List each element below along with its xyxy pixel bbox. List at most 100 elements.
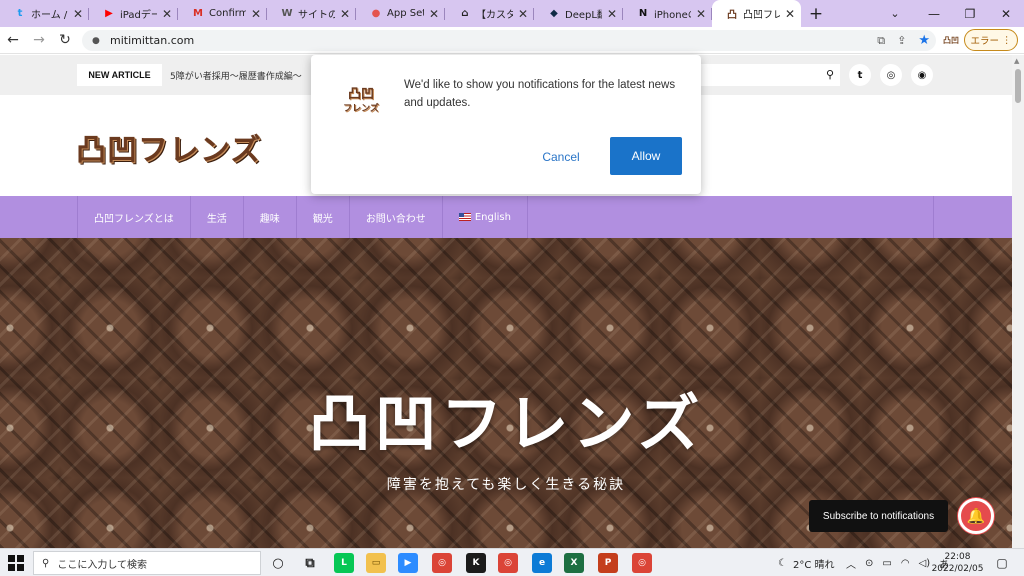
tab-close-icon[interactable]: ✕ bbox=[162, 7, 172, 21]
subscribe-tooltip: Subscribe to notifications bbox=[809, 500, 948, 532]
k-app-icon[interactable]: K bbox=[466, 553, 486, 573]
rss-icon[interactable]: ◉ bbox=[911, 64, 933, 86]
browser-tab[interactable]: 凸凸凹フレン ✕ bbox=[712, 0, 801, 27]
tab-label: DeepL翻訳 bbox=[565, 10, 602, 21]
forward-icon[interactable]: → bbox=[26, 27, 52, 53]
browser-tab[interactable]: NiPhoneの ✕ bbox=[623, 0, 712, 27]
notification-permission-dialog: 凸凹 フレンズ We'd like to show you notificati… bbox=[311, 55, 701, 194]
nav-item[interactable]: 凸凹フレンズとは bbox=[78, 196, 191, 238]
site-search-input[interactable]: ⚲ bbox=[690, 64, 840, 86]
tab-label: App Settir bbox=[387, 8, 424, 19]
nav-item-label: 観光 bbox=[312, 213, 333, 225]
tray-chevron-icon[interactable]: ︿ bbox=[846, 556, 856, 571]
volume-icon[interactable]: ◁) bbox=[919, 558, 931, 569]
site-icon: 凸 bbox=[727, 10, 737, 21]
wifi-icon[interactable]: ◠ bbox=[901, 558, 910, 569]
tab-close-icon[interactable]: ✕ bbox=[785, 7, 795, 21]
notification-center-icon[interactable]: ▢ bbox=[994, 555, 1010, 571]
tab-close-icon[interactable]: ✕ bbox=[340, 7, 350, 21]
page-scrollbar[interactable]: ▲ bbox=[1012, 55, 1024, 548]
chrome-icon[interactable]: ◎ bbox=[432, 553, 452, 573]
tab-close-icon[interactable]: ✕ bbox=[429, 7, 439, 21]
nav-item-label: 生活 bbox=[206, 213, 227, 225]
nav-item[interactable]: 観光 bbox=[297, 196, 350, 238]
powerpoint-icon[interactable]: P bbox=[598, 553, 618, 573]
network-icon[interactable]: ⊙ bbox=[865, 558, 873, 569]
profile-error-button[interactable]: エラー ⋮ bbox=[964, 29, 1018, 51]
tab-label: 【カスタマイ bbox=[476, 10, 513, 21]
chrome-active-icon[interactable]: ◎ bbox=[632, 553, 652, 573]
news-ticker[interactable]: 5障がい者採用～履歴書作成編～ bbox=[170, 69, 302, 82]
file-explorer-icon[interactable]: ▭ bbox=[366, 553, 386, 573]
cortana-icon[interactable]: ○ bbox=[268, 553, 288, 573]
hero-subtitle: 障害を抱えても楽しく生きる秘訣 bbox=[386, 477, 626, 493]
browser-tab[interactable]: M Confirmat ✕ bbox=[178, 0, 267, 27]
popup-logo: 凸凹 フレンズ bbox=[340, 88, 382, 116]
scroll-up-icon[interactable]: ▲ bbox=[1014, 57, 1019, 65]
allow-button[interactable]: Allow bbox=[610, 137, 682, 175]
tab-close-icon[interactable]: ✕ bbox=[73, 7, 83, 21]
taskbar-search-box[interactable]: ⚲ ここに入力して検索 bbox=[33, 551, 261, 575]
new-tab-button[interactable]: + bbox=[801, 0, 831, 27]
excel-icon[interactable]: X bbox=[564, 553, 584, 573]
weather-text[interactable]: 2°C 晴れ bbox=[793, 556, 835, 571]
popup-logo-sub: フレンズ bbox=[343, 104, 379, 114]
reload-icon[interactable]: ↻ bbox=[52, 27, 78, 53]
address-bar[interactable]: ● mitimittan.com ⧉ ⇪ ★ bbox=[82, 30, 936, 51]
tab-label: iPadデータ bbox=[120, 10, 157, 21]
browser-toolbar: ← → ↻ ● mitimittan.com ⧉ ⇪ ★ 凸凹 エラー ⋮ bbox=[0, 27, 1024, 54]
browser-tab[interactable]: ◆ DeepL翻訳 ✕ bbox=[534, 0, 623, 27]
tab-close-icon[interactable]: ✕ bbox=[607, 7, 617, 21]
deepl-icon: ◆ bbox=[550, 8, 558, 19]
nav-item[interactable]: お問い合わせ bbox=[350, 196, 443, 238]
tab-label: Confirmat bbox=[209, 8, 246, 19]
nav-item[interactable]: 生活 bbox=[191, 196, 244, 238]
battery-icon[interactable]: ▭ bbox=[882, 558, 891, 569]
restore-icon[interactable]: ❐ bbox=[952, 0, 988, 27]
tab-close-icon[interactable]: ✕ bbox=[251, 7, 261, 21]
subscribe-bell-button[interactable]: 🔔 bbox=[958, 498, 994, 534]
nav-item[interactable]: 趣味 bbox=[244, 196, 297, 238]
site-logo[interactable]: 凸凹フレンズ bbox=[76, 125, 261, 169]
app-icon: ● bbox=[371, 8, 381, 19]
minimize-icon[interactable]: — bbox=[916, 0, 952, 27]
search-icon[interactable]: ⚲ bbox=[826, 68, 834, 81]
share-icon[interactable]: ⇪ bbox=[897, 34, 906, 47]
nav-item-label: お問い合わせ bbox=[365, 213, 426, 225]
hero-title: 凸凹フレンズ bbox=[308, 387, 704, 460]
line-app-icon[interactable]: L bbox=[334, 553, 354, 573]
browser-tab[interactable]: ▶ iPadデータ ✕ bbox=[89, 0, 178, 27]
bell-icon: 🔔 bbox=[966, 507, 986, 525]
cancel-button[interactable]: Cancel bbox=[535, 146, 587, 168]
nav-item[interactable]: English bbox=[443, 196, 528, 238]
taskbar-search-placeholder: ここに入力して検索 bbox=[57, 559, 148, 571]
popup-logo-mark: 凸凹 bbox=[347, 87, 374, 102]
lock-icon[interactable]: ● bbox=[92, 36, 102, 46]
browser-tab[interactable]: t ホーム / Tw ✕ bbox=[0, 0, 89, 27]
tab-close-icon[interactable]: ✕ bbox=[518, 7, 528, 21]
scrollbar-thumb[interactable] bbox=[1015, 69, 1021, 103]
taskbar-clock[interactable]: 22:08 2022/02/05 bbox=[930, 551, 985, 575]
tab-strip: t ホーム / Tw ✕ ▶ iPadデータ ✕ M Confirmat ✕ W サイトの更 ✕ ● Ap… bbox=[0, 0, 1024, 27]
bookmark-star-icon[interactable]: ★ bbox=[918, 33, 930, 48]
back-icon[interactable]: ← bbox=[0, 27, 26, 53]
task-view-icon[interactable]: ⧉ bbox=[300, 553, 320, 573]
instagram-icon[interactable]: ◎ bbox=[880, 64, 902, 86]
wordpress-icon: W bbox=[281, 8, 293, 19]
start-button[interactable] bbox=[8, 555, 24, 571]
edge-icon[interactable]: e bbox=[532, 553, 552, 573]
tab-close-icon[interactable]: ✕ bbox=[696, 7, 706, 21]
zoom-app-icon[interactable]: ▶ bbox=[398, 553, 418, 573]
tab-search-icon[interactable]: ⌄ bbox=[880, 0, 910, 27]
browser-tab[interactable]: W サイトの更 ✕ bbox=[267, 0, 356, 27]
close-window-icon[interactable]: ✕ bbox=[988, 0, 1024, 27]
weather-icon[interactable]: ☾ bbox=[778, 558, 787, 569]
twitter-icon[interactable]: t bbox=[849, 64, 871, 86]
tab-label: ホーム / Tw bbox=[31, 10, 68, 21]
nav-item-label: 趣味 bbox=[259, 213, 280, 225]
chrome-profile-icon[interactable]: ◎ bbox=[498, 553, 518, 573]
open-in-icon[interactable]: ⧉ bbox=[877, 34, 885, 48]
browser-tab[interactable]: ⌂ 【カスタマイ ✕ bbox=[445, 0, 534, 27]
extension-site-icon[interactable]: 凸凹 bbox=[943, 32, 959, 48]
browser-tab[interactable]: ● App Settir ✕ bbox=[356, 0, 445, 27]
